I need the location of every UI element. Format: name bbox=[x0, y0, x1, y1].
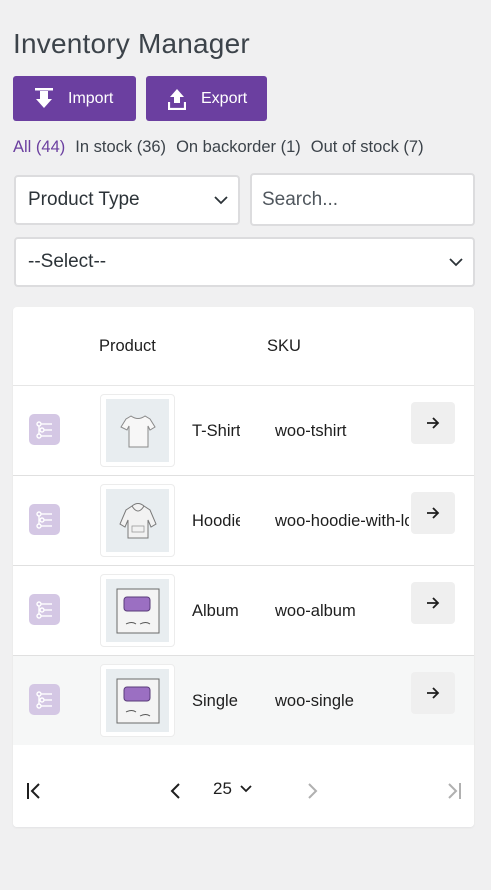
arrow-right-icon bbox=[427, 687, 440, 699]
woo-single-image bbox=[116, 678, 159, 723]
open-product-button[interactable] bbox=[411, 582, 455, 624]
import-icon bbox=[35, 87, 53, 108]
product-sku: woo-album bbox=[275, 602, 356, 620]
status-filters: All (44) In stock (36) On backorder (1) … bbox=[13, 138, 424, 157]
product-name[interactable]: Album bbox=[192, 602, 240, 621]
chevron-down-icon bbox=[214, 196, 228, 205]
filter-select-value: --Select-- bbox=[28, 251, 107, 272]
arrow-right-icon bbox=[427, 417, 440, 429]
product-name[interactable]: Single bbox=[192, 692, 240, 711]
page-title: Inventory Manager bbox=[13, 28, 250, 59]
open-product-button[interactable] bbox=[411, 402, 455, 444]
inventory-page: Inventory Manager Import Export All (44)… bbox=[0, 0, 491, 890]
variations-icon bbox=[35, 690, 52, 709]
table-row: Album woo-album bbox=[13, 566, 474, 656]
export-button[interactable]: Export bbox=[146, 76, 267, 121]
search-input[interactable] bbox=[250, 173, 475, 226]
import-button[interactable]: Import bbox=[13, 76, 136, 121]
chevron-right-icon bbox=[308, 783, 318, 799]
tshirt-image bbox=[119, 414, 156, 447]
product-thumbnail bbox=[100, 394, 175, 467]
variations-icon bbox=[35, 420, 52, 439]
next-page-button[interactable] bbox=[303, 780, 323, 802]
variations-button[interactable] bbox=[29, 414, 60, 445]
per-page-value: 25 bbox=[213, 779, 232, 798]
open-product-button[interactable] bbox=[411, 492, 455, 534]
filter-all[interactable]: All (44) bbox=[13, 138, 65, 157]
column-header-product: Product bbox=[99, 337, 156, 355]
first-page-button[interactable] bbox=[25, 780, 47, 802]
open-product-button[interactable] bbox=[411, 672, 455, 714]
arrow-right-icon bbox=[427, 597, 440, 609]
column-header-sku: SKU bbox=[267, 337, 301, 355]
last-page-button[interactable] bbox=[441, 780, 463, 802]
woo-album-image bbox=[116, 588, 159, 633]
per-page-select[interactable]: 25 bbox=[213, 779, 252, 799]
variations-icon bbox=[35, 600, 52, 619]
import-label: Import bbox=[68, 89, 114, 107]
product-type-select[interactable]: Product Type bbox=[14, 175, 240, 225]
products-table: Product SKU T-Shirt woo-tshirt Hoodie wo… bbox=[13, 307, 474, 827]
product-sku: woo-single bbox=[275, 692, 354, 710]
hoodie-image bbox=[118, 502, 157, 538]
arrow-right-icon bbox=[427, 507, 440, 519]
export-label: Export bbox=[201, 89, 248, 107]
product-thumbnail bbox=[100, 484, 175, 557]
chevron-down-icon bbox=[449, 258, 463, 267]
product-type-value: Product Type bbox=[28, 189, 140, 210]
filter-out-of-stock[interactable]: Out of stock (7) bbox=[311, 138, 424, 157]
filter-select[interactable]: --Select-- bbox=[14, 237, 475, 287]
product-name[interactable]: T-Shirt bbox=[192, 422, 240, 441]
variations-icon bbox=[35, 510, 52, 529]
table-row: Hoodie woo-hoodie-with-logo bbox=[13, 476, 474, 566]
chevron-down-icon bbox=[240, 785, 252, 793]
export-icon bbox=[168, 88, 186, 110]
filter-in-stock[interactable]: In stock (36) bbox=[75, 138, 166, 157]
filter-on-backorder[interactable]: On backorder (1) bbox=[176, 138, 301, 157]
pagination: 25 bbox=[13, 745, 474, 827]
product-name[interactable]: Hoodie bbox=[192, 512, 240, 531]
variations-button[interactable] bbox=[29, 504, 60, 535]
table-row: T-Shirt woo-tshirt bbox=[13, 386, 474, 476]
product-thumbnail bbox=[100, 664, 175, 737]
table-header: Product SKU bbox=[13, 307, 474, 386]
variations-button[interactable] bbox=[29, 594, 60, 625]
product-sku: woo-tshirt bbox=[275, 422, 347, 440]
product-sku: woo-hoodie-with-logo bbox=[275, 512, 409, 530]
previous-page-button[interactable] bbox=[165, 780, 185, 802]
table-row: Single woo-single bbox=[13, 656, 474, 746]
variations-button[interactable] bbox=[29, 684, 60, 715]
first-page-icon bbox=[27, 783, 40, 799]
product-thumbnail bbox=[100, 574, 175, 647]
chevron-left-icon bbox=[170, 783, 180, 799]
last-page-icon bbox=[448, 783, 461, 799]
